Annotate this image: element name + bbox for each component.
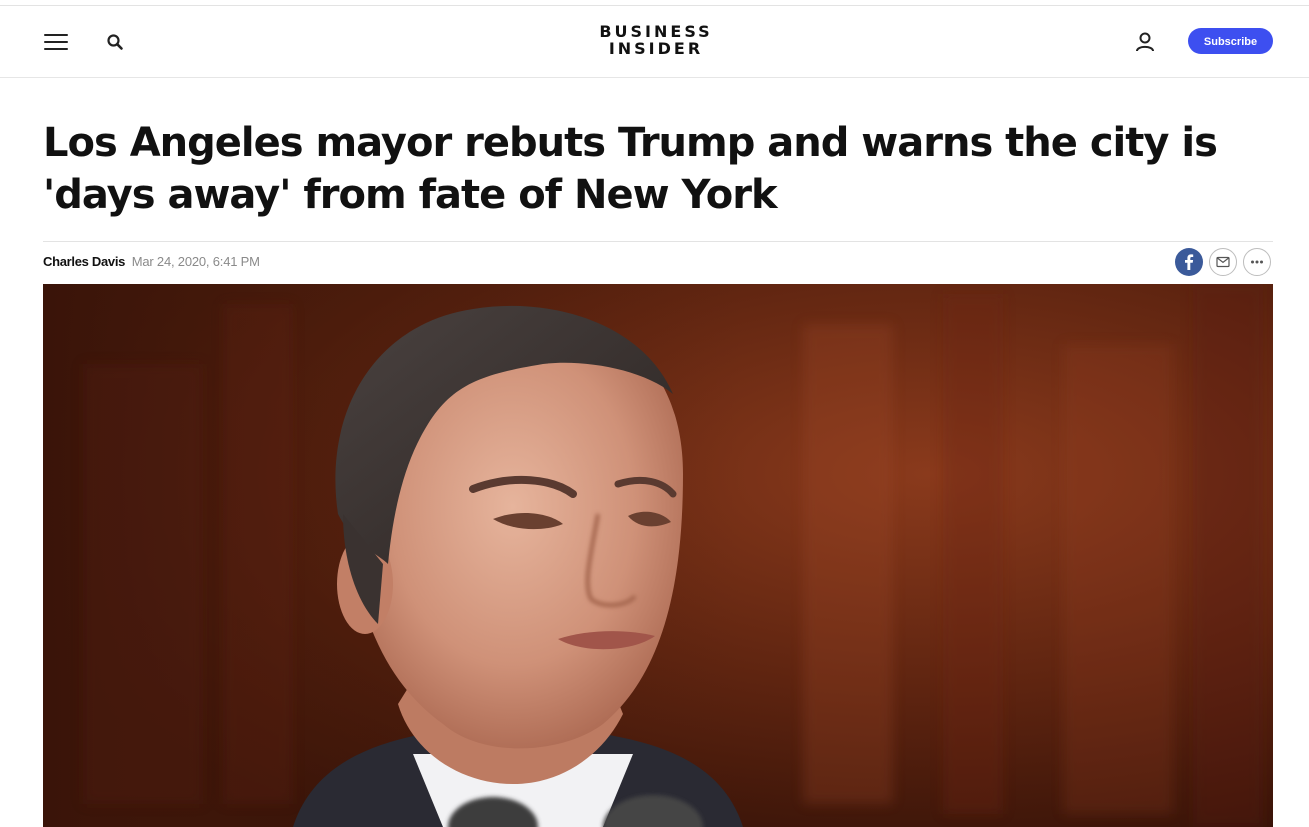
share-facebook-button[interactable]	[1175, 248, 1203, 276]
share-email-button[interactable]	[1209, 248, 1237, 276]
byline: Charles Davis Mar 24, 2020, 6:41 PM	[43, 254, 260, 270]
hero-image	[43, 284, 1273, 827]
site-logo[interactable]: BUSINESS INSIDER	[0, 23, 1309, 57]
email-icon	[1216, 256, 1230, 268]
site-header: BUSINESS INSIDER Subscribe	[0, 6, 1309, 78]
publish-date: Mar 24, 2020, 6:41 PM	[131, 254, 260, 269]
article-headline: Los Angeles mayor rebuts Trump and warns…	[43, 120, 1218, 218]
author-link[interactable]: Charles Davis	[43, 254, 125, 269]
subscribe-button[interactable]: Subscribe	[1188, 28, 1273, 54]
share-more-button[interactable]	[1243, 248, 1271, 276]
hero-photo	[43, 284, 1273, 827]
more-icon	[1251, 260, 1263, 264]
user-icon	[1136, 32, 1154, 52]
facebook-icon	[1185, 254, 1194, 270]
logo-line-2: INSIDER	[608, 39, 704, 58]
logo-line-1: BUSINESS	[599, 22, 713, 41]
account-button[interactable]	[1133, 30, 1157, 54]
byline-divider	[43, 241, 1273, 242]
